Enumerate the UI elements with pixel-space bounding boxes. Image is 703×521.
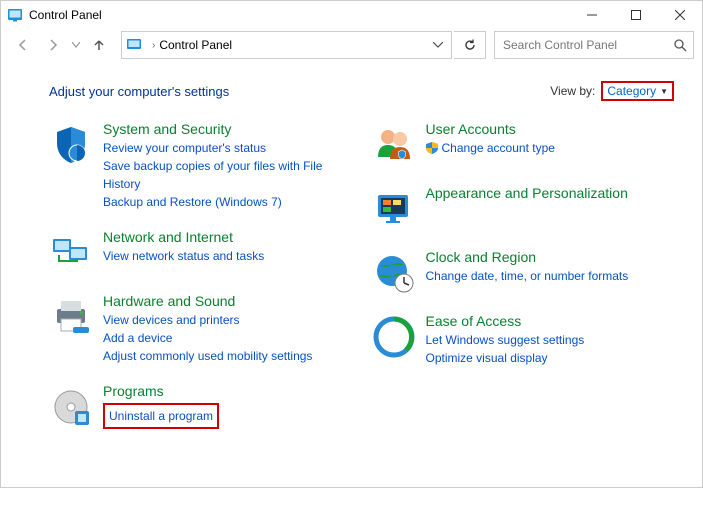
close-button[interactable]	[658, 1, 702, 29]
category-link[interactable]: View devices and printers	[103, 311, 352, 329]
forward-button[interactable]	[39, 31, 67, 59]
category-ease-of-access: Ease of Access Let Windows suggest setti…	[372, 313, 675, 367]
search-icon[interactable]	[673, 38, 687, 52]
page-title: Adjust your computer's settings	[49, 84, 550, 99]
category-title[interactable]: Ease of Access	[426, 313, 675, 329]
disc-icon	[49, 385, 93, 429]
category-columns: System and Security Review your computer…	[49, 121, 674, 447]
category-title[interactable]: System and Security	[103, 121, 352, 137]
control-panel-icon	[7, 7, 23, 23]
category-link[interactable]: Let Windows suggest settings	[426, 331, 675, 349]
users-icon	[372, 123, 416, 167]
category-link[interactable]: Review your computer's status	[103, 139, 352, 157]
category-system-security: System and Security Review your computer…	[49, 121, 352, 211]
address-dropdown-icon[interactable]	[429, 42, 447, 48]
toolbar: › Control Panel	[1, 29, 702, 65]
uac-shield-icon	[426, 142, 438, 154]
content-area: Adjust your computer's settings View by:…	[1, 65, 702, 487]
category-title[interactable]: Clock and Region	[426, 249, 675, 265]
category-link[interactable]: Add a device	[103, 329, 352, 347]
printer-icon	[49, 295, 93, 339]
chevron-down-icon: ▼	[660, 87, 668, 96]
viewby-dropdown[interactable]: Category ▼	[601, 81, 674, 101]
address-control-panel-icon	[126, 37, 144, 53]
refresh-button[interactable]	[454, 31, 486, 59]
right-column: User Accounts Change account type	[372, 121, 675, 447]
search-box[interactable]	[494, 31, 694, 59]
category-link[interactable]: Adjust commonly used mobility settings	[103, 347, 352, 365]
category-link[interactable]: Change account type	[442, 139, 555, 157]
shield-icon	[49, 123, 93, 167]
minimize-button[interactable]	[570, 1, 614, 29]
category-title[interactable]: Appearance and Personalization	[426, 185, 675, 201]
ease-of-access-icon	[372, 315, 416, 359]
category-title[interactable]: Programs	[103, 383, 352, 399]
link-uninstall-program[interactable]: Uninstall a program	[103, 403, 219, 429]
category-title[interactable]: Hardware and Sound	[103, 293, 352, 309]
left-column: System and Security Review your computer…	[49, 121, 352, 447]
category-title[interactable]: Network and Internet	[103, 229, 352, 245]
breadcrumb-chevron-icon[interactable]: ›	[152, 40, 155, 51]
titlebar: Control Panel	[1, 1, 702, 29]
breadcrumb[interactable]: Control Panel	[159, 38, 232, 52]
category-clock-region: Clock and Region Change date, time, or n…	[372, 249, 675, 295]
globe-clock-icon	[372, 251, 416, 295]
back-button[interactable]	[9, 31, 37, 59]
control-panel-window: Control Panel	[0, 0, 703, 488]
up-button[interactable]	[85, 31, 113, 59]
category-programs: Programs Uninstall a program	[49, 383, 352, 429]
monitor-icon	[372, 187, 416, 231]
network-icon	[49, 231, 93, 275]
category-link[interactable]: View network status and tasks	[103, 247, 352, 265]
window-title: Control Panel	[29, 8, 570, 22]
category-link[interactable]: Backup and Restore (Windows 7)	[103, 193, 352, 211]
header-row: Adjust your computer's settings View by:…	[49, 81, 674, 101]
category-appearance-personalization: Appearance and Personalization	[372, 185, 675, 231]
search-input[interactable]	[501, 37, 673, 53]
window-buttons	[570, 1, 702, 29]
maximize-button[interactable]	[614, 1, 658, 29]
category-link[interactable]: Change date, time, or number formats	[426, 267, 675, 285]
category-title[interactable]: User Accounts	[426, 121, 675, 137]
category-user-accounts: User Accounts Change account type	[372, 121, 675, 167]
viewby-value: Category	[607, 84, 656, 98]
category-link[interactable]: Save backup copies of your files with Fi…	[103, 157, 352, 193]
category-network-internet: Network and Internet View network status…	[49, 229, 352, 275]
category-link[interactable]: Optimize visual display	[426, 349, 675, 367]
address-bar[interactable]: › Control Panel	[121, 31, 452, 59]
recent-dropdown[interactable]	[69, 31, 83, 59]
category-hardware-sound: Hardware and Sound View devices and prin…	[49, 293, 352, 365]
viewby-label: View by:	[550, 84, 595, 98]
